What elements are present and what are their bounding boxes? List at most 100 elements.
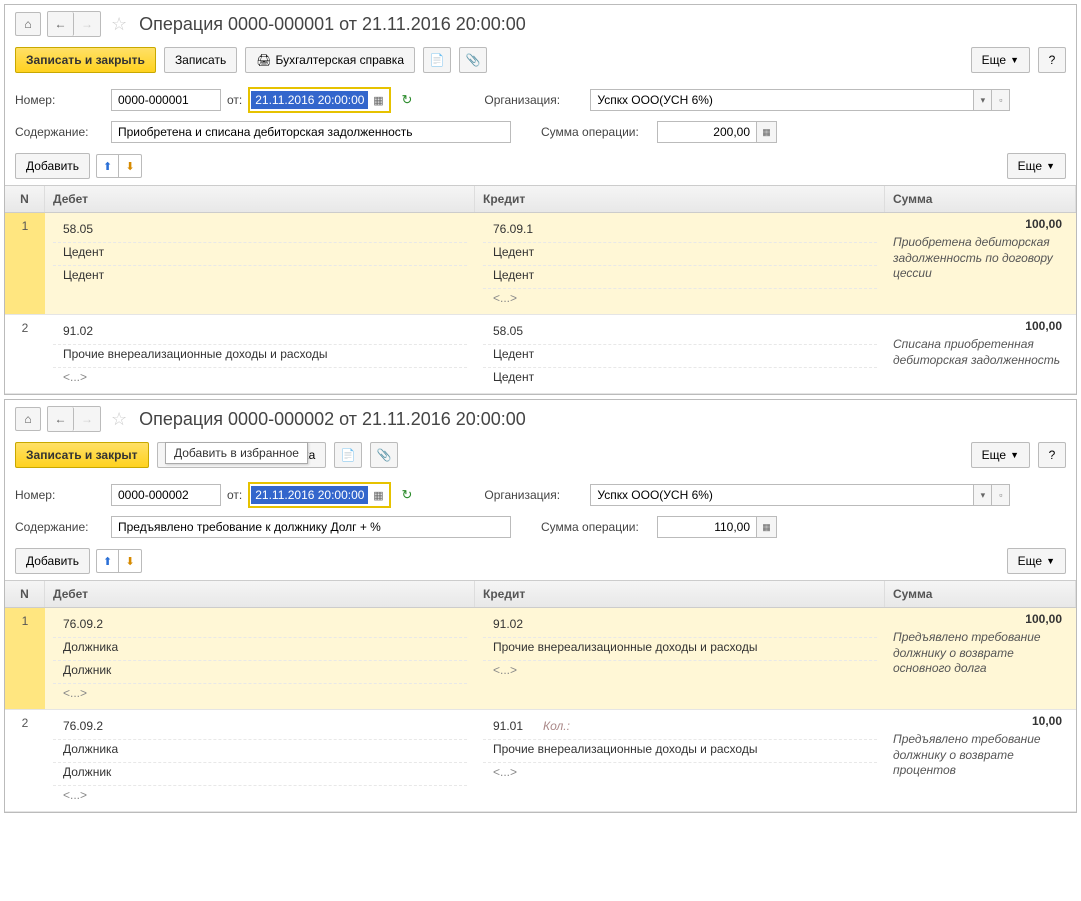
home-button[interactable]: ⌂: [15, 407, 41, 431]
sum-field: ▦: [657, 516, 777, 538]
grid-more-button[interactable]: Еще ▼: [1007, 153, 1066, 179]
sum-input[interactable]: [657, 121, 757, 143]
header-n[interactable]: N: [5, 186, 45, 212]
header-debit[interactable]: Дебет: [45, 581, 475, 607]
chevron-down-icon: ▼: [1046, 161, 1055, 171]
calc-icon[interactable]: ▦: [757, 121, 777, 143]
move-row-buttons: ⬆ ⬇: [96, 154, 142, 178]
forward-button[interactable]: →: [74, 12, 100, 36]
header-n[interactable]: N: [5, 581, 45, 607]
calc-icon[interactable]: ▦: [757, 516, 777, 538]
row-number: 1: [5, 213, 45, 314]
help-button[interactable]: ?: [1038, 442, 1066, 468]
main-toolbar: Записать и закрыт Добавить в избранное 🖨…: [5, 438, 1076, 478]
add-row-button[interactable]: Добавить: [15, 153, 90, 179]
move-up-button[interactable]: ⬆: [97, 155, 119, 177]
calendar-icon[interactable]: ▦: [368, 485, 388, 505]
grid-toolbar: Добавить ⬆ ⬇ Еще ▼: [5, 542, 1076, 580]
move-down-button[interactable]: ⬇: [119, 155, 141, 177]
header-sum[interactable]: Сумма: [885, 186, 1076, 212]
content-input[interactable]: [111, 516, 511, 538]
save-button[interactable]: Записать: [164, 47, 237, 73]
table-row[interactable]: 1 76.09.2 Должника Должник <...> 91.02 П…: [5, 608, 1076, 710]
content-input[interactable]: [111, 121, 511, 143]
number-input[interactable]: [111, 484, 221, 506]
favorite-star-icon[interactable]: ☆: [111, 14, 127, 35]
move-row-buttons: ⬆ ⬇: [96, 549, 142, 573]
sum-label: Сумма операции:: [541, 125, 651, 139]
refresh-icon[interactable]: ↻: [401, 92, 412, 108]
document-icon-button[interactable]: 📄: [423, 47, 451, 73]
window-title: Операция 0000-000002 от 21.11.2016 20:00…: [139, 409, 526, 430]
number-row: Номер: от: 21.11.2016 20:00:00 ▦ ↻ Орган…: [5, 83, 1076, 117]
debit-cell: 76.09.2 Должника Должник <...>: [45, 608, 475, 709]
table-row[interactable]: 2 91.02 Прочие внереализационные доходы …: [5, 315, 1076, 394]
date-value: 21.11.2016 20:00:00: [251, 91, 368, 109]
credit-cell: 58.05 Цедент Цедент: [475, 315, 885, 393]
favorite-star-icon[interactable]: ☆: [111, 409, 127, 430]
back-button[interactable]: ←: [48, 407, 74, 431]
save-and-close-button[interactable]: Записать и закрыт: [15, 442, 149, 468]
document-icon-button[interactable]: 📄: [334, 442, 362, 468]
from-label: от:: [227, 93, 242, 107]
entries-grid: N Дебет Кредит Сумма 1 76.09.2 Должника …: [5, 580, 1076, 812]
help-button[interactable]: ?: [1038, 47, 1066, 73]
main-toolbar: Записать и закрыть Записать 🖨Бухгалтерск…: [5, 43, 1076, 83]
credit-cell: 91.02 Прочие внереализационные доходы и …: [475, 608, 885, 709]
credit-cell: 91.01Кол.: Прочие внереализационные дохо…: [475, 710, 885, 811]
chevron-down-icon: ▼: [1010, 55, 1019, 65]
date-field[interactable]: 21.11.2016 20:00:00 ▦: [248, 482, 391, 508]
org-label: Организация:: [484, 488, 584, 502]
back-button[interactable]: ←: [48, 12, 74, 36]
accounting-report-button[interactable]: 🖨Бухгалтерская справка: [245, 47, 415, 73]
content-row: Содержание: Сумма операции: ▦: [5, 512, 1076, 542]
date-field[interactable]: 21.11.2016 20:00:00 ▦: [248, 87, 391, 113]
table-row[interactable]: 1 58.05 Цедент Цедент 76.09.1 Цедент Цед…: [5, 213, 1076, 315]
grid-more-button[interactable]: Еще ▼: [1007, 548, 1066, 574]
more-button[interactable]: Еще ▼: [971, 47, 1030, 73]
sum-label: Сумма операции:: [541, 520, 651, 534]
org-dropdown[interactable]: ▾: [974, 484, 992, 506]
header-credit[interactable]: Кредит: [475, 581, 885, 607]
header-sum[interactable]: Сумма: [885, 581, 1076, 607]
org-open[interactable]: ▫: [992, 89, 1010, 111]
table-row[interactable]: 2 76.09.2 Должника Должник <...> 91.01Ко…: [5, 710, 1076, 812]
content-row: Содержание: Сумма операции: ▦: [5, 117, 1076, 147]
sum-cell: 100,00 Предъявлено требование должнику о…: [885, 608, 1076, 709]
org-open[interactable]: ▫: [992, 484, 1010, 506]
favorite-tooltip: Добавить в избранное: [165, 442, 308, 464]
quantity-label: Кол.:: [543, 719, 570, 733]
window-title: Операция 0000-000001 от 21.11.2016 20:00…: [139, 14, 526, 35]
org-input[interactable]: [590, 89, 974, 111]
refresh-icon[interactable]: ↻: [401, 487, 412, 503]
sum-input[interactable]: [657, 516, 757, 538]
save-and-close-button[interactable]: Записать и закрыть: [15, 47, 156, 73]
attachment-button[interactable]: 📎: [370, 442, 398, 468]
forward-button[interactable]: →: [74, 407, 100, 431]
number-input[interactable]: [111, 89, 221, 111]
more-button[interactable]: Еще ▼: [971, 442, 1030, 468]
content-label: Содержание:: [15, 520, 105, 534]
row-number: 2: [5, 710, 45, 811]
add-row-button[interactable]: Добавить: [15, 548, 90, 574]
move-up-button[interactable]: ⬆: [97, 550, 119, 572]
header-credit[interactable]: Кредит: [475, 186, 885, 212]
titlebar: ⌂ ← → ☆ Операция 0000-000001 от 21.11.20…: [5, 5, 1076, 43]
org-label: Организация:: [484, 93, 584, 107]
org-input[interactable]: [590, 484, 974, 506]
attachment-button[interactable]: 📎: [459, 47, 487, 73]
sum-field: ▦: [657, 121, 777, 143]
header-debit[interactable]: Дебет: [45, 186, 475, 212]
move-down-button[interactable]: ⬇: [119, 550, 141, 572]
calendar-icon[interactable]: ▦: [368, 90, 388, 110]
org-field: ▾ ▫: [590, 484, 1010, 506]
debit-cell: 91.02 Прочие внереализационные доходы и …: [45, 315, 475, 393]
grid-header: N Дебет Кредит Сумма: [5, 186, 1076, 213]
operation-window-2: ⌂ ← → ☆ Операция 0000-000002 от 21.11.20…: [4, 399, 1077, 813]
org-field: ▾ ▫: [590, 89, 1010, 111]
number-row: Номер: от: 21.11.2016 20:00:00 ▦ ↻ Орган…: [5, 478, 1076, 512]
number-label: Номер:: [15, 488, 105, 502]
home-button[interactable]: ⌂: [15, 12, 41, 36]
debit-cell: 58.05 Цедент Цедент: [45, 213, 475, 314]
org-dropdown[interactable]: ▾: [974, 89, 992, 111]
